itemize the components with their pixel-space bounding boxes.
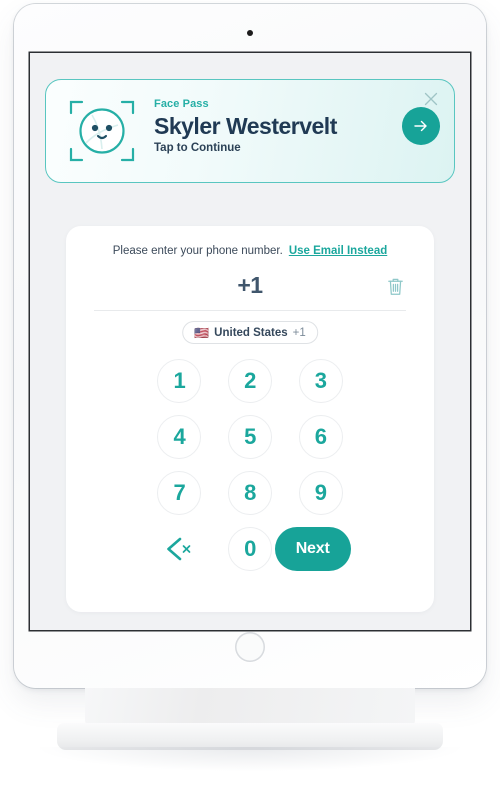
keypad-key-5[interactable]: 5 xyxy=(227,415,272,459)
face-pass-label: Face Pass xyxy=(154,98,209,110)
continue-button[interactable] xyxy=(402,107,440,145)
keypad-key-8[interactable]: 8 xyxy=(227,471,272,515)
us-flag-icon: 🇺🇸 xyxy=(194,325,210,340)
phone-entry-card: Please enter your phone number. Use Email… xyxy=(66,226,434,612)
arrow-right-icon xyxy=(414,120,427,132)
keypad-key-7[interactable]: 7 xyxy=(157,471,202,515)
device-stand-shadow xyxy=(40,747,460,771)
close-icon[interactable] xyxy=(422,90,440,108)
camera-dot-icon xyxy=(247,30,253,36)
trash-icon[interactable] xyxy=(387,277,404,296)
keypad-key-3[interactable]: 3 xyxy=(298,359,343,403)
use-email-instead-link[interactable]: Use Email Instead xyxy=(289,245,387,257)
tap-to-continue-hint: Tap to Continue xyxy=(154,142,241,155)
prompt-text: Please enter your phone number. xyxy=(112,245,283,257)
face-scan-icon xyxy=(69,100,135,162)
home-button[interactable] xyxy=(235,632,265,662)
keypad-key-1[interactable]: 1 xyxy=(157,359,202,403)
country-dial-code: +1 xyxy=(292,326,306,339)
keypad-key-0[interactable]: 0 xyxy=(227,527,272,571)
phone-input-row[interactable]: +1 xyxy=(94,266,406,311)
next-button[interactable]: Next xyxy=(274,527,351,571)
country-selector[interactable]: 🇺🇸 United States +1 xyxy=(182,321,318,344)
keypad-key-6[interactable]: 6 xyxy=(298,415,343,459)
device-stand-neck xyxy=(85,688,415,728)
device-screen: Face Pass Skyler Westervelt Tap to Conti… xyxy=(30,53,470,630)
device-stand-base xyxy=(57,723,443,750)
phone-number-input[interactable]: +1 xyxy=(94,272,406,299)
banner-text-block: Face Pass Skyler Westervelt Tap to Conti… xyxy=(154,98,337,154)
user-name: Skyler Westervelt xyxy=(154,113,337,139)
country-name: United States xyxy=(214,326,288,339)
keypad-key-2[interactable]: 2 xyxy=(227,359,272,403)
numeric-keypad: 1 2 3 4 5 6 7 8 9 0 Next xyxy=(144,359,356,571)
face-pass-banner[interactable]: Face Pass Skyler Westervelt Tap to Conti… xyxy=(45,79,455,183)
prompt-row: Please enter your phone number. Use Email… xyxy=(66,245,434,257)
backspace-icon[interactable] xyxy=(157,527,201,571)
keypad-key-4[interactable]: 4 xyxy=(157,415,202,459)
keypad-key-9[interactable]: 9 xyxy=(298,471,343,515)
